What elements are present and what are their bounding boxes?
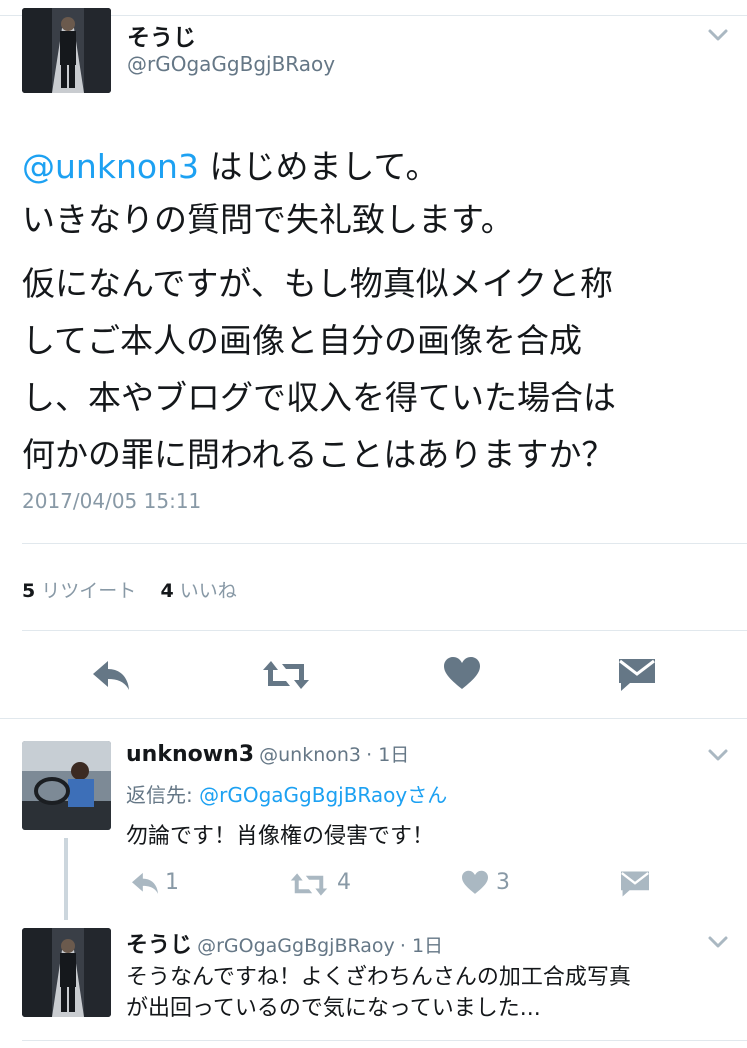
top-divider: [0, 15, 747, 16]
reply-avatar[interactable]: [22, 928, 111, 1017]
reply-icon[interactable]: [129, 870, 161, 896]
thread-connector: [64, 838, 68, 920]
like-icon[interactable]: [461, 870, 489, 896]
stats-divider-bottom: [22, 630, 747, 631]
reply-display-name[interactable]: unknown3: [126, 742, 254, 767]
like-count: 3: [496, 870, 510, 895]
tweet-body-line: 仮になんですが、もし物真似メイクと称: [22, 264, 614, 303]
reply-handle[interactable]: @unknon3: [259, 744, 361, 766]
tweet-timestamp[interactable]: 2017/04/05 15:11: [22, 489, 201, 513]
thread-divider: [0, 718, 747, 719]
mention-link[interactable]: @unknon3: [22, 147, 199, 186]
chevron-down-icon[interactable]: [707, 24, 729, 46]
reply-text-line: そうなんですね！よくざわちんさんの加工合成写真: [126, 965, 631, 990]
reply-to-suffix: さん: [407, 783, 448, 807]
tweet-body-line: し、本やブログで収入を得ていた場合は: [22, 378, 616, 417]
reply-text: 勿論です！肖像権の侵害です！: [126, 824, 435, 849]
retweet-icon[interactable]: [290, 871, 328, 898]
tweet-body-line: してご本人の画像と自分の画像を合成: [22, 321, 583, 360]
retweet-stat[interactable]: 5 リツイート: [22, 580, 136, 602]
reply-header: そうじ @rGOgaGgBgjBRaoy · 1日: [126, 927, 443, 959]
reply-display-name[interactable]: そうじ: [126, 933, 192, 958]
chevron-down-icon[interactable]: [707, 931, 729, 953]
like-label: いいね: [179, 580, 237, 602]
retweet-label: リツイート: [41, 580, 137, 602]
like-icon[interactable]: [443, 656, 481, 692]
tweet-body: 仮になんですが、もし物真似メイクと称 してご本人の画像と自分の画像を合成 し、本…: [22, 255, 616, 483]
retweet-count: 4: [337, 870, 351, 895]
direct-message-icon[interactable]: [618, 657, 656, 693]
reply-avatar[interactable]: [22, 741, 111, 830]
chevron-down-icon[interactable]: [707, 744, 729, 766]
reply-header: unknown3 @unknon3 · 1日: [126, 740, 409, 767]
retweet-count: 5: [22, 580, 36, 602]
reply-to-line: 返信先: @rGOgaGgBgjBRaoyさん: [126, 779, 447, 808]
stats-divider-top: [22, 543, 747, 544]
greeting-text: はじめまして。: [198, 147, 439, 186]
tweet-text-line-1: @unknon3 はじめまして。: [22, 140, 438, 188]
author-handle[interactable]: @rGOgaGgBgjBRaoy: [127, 52, 335, 76]
author-avatar[interactable]: [22, 8, 111, 93]
tweet-stats: 5 リツイート 4 いいね: [22, 576, 237, 603]
reply-time[interactable]: · 1日: [400, 935, 443, 957]
reply-text-line: が出回っているので気になっていました...: [126, 996, 541, 1021]
reply-text: そうなんですね！よくざわちんさんの加工合成写真 が出回っているので気になっていま…: [126, 962, 631, 1024]
reply-handle[interactable]: @rGOgaGgBgjBRaoy: [197, 935, 395, 957]
direct-message-icon[interactable]: [620, 870, 650, 898]
like-count: 4: [160, 580, 174, 602]
bottom-divider: [22, 1040, 747, 1041]
author-display-name[interactable]: そうじ: [127, 18, 196, 52]
tweet-text-line-2: いきなりの質問で失礼致します。: [22, 200, 514, 239]
retweet-icon[interactable]: [262, 658, 310, 692]
like-stat[interactable]: 4 いいね: [160, 580, 236, 602]
reply-count: 1: [165, 870, 179, 895]
reply-to-prefix: 返信先:: [126, 783, 200, 807]
tweet-body-line: 何かの罪に問われることはありますか？: [22, 435, 615, 474]
reply-to-handle[interactable]: @rGOgaGgBgjBRaoy: [199, 783, 407, 807]
reply-time[interactable]: · 1日: [366, 744, 409, 766]
reply-icon[interactable]: [90, 657, 132, 693]
